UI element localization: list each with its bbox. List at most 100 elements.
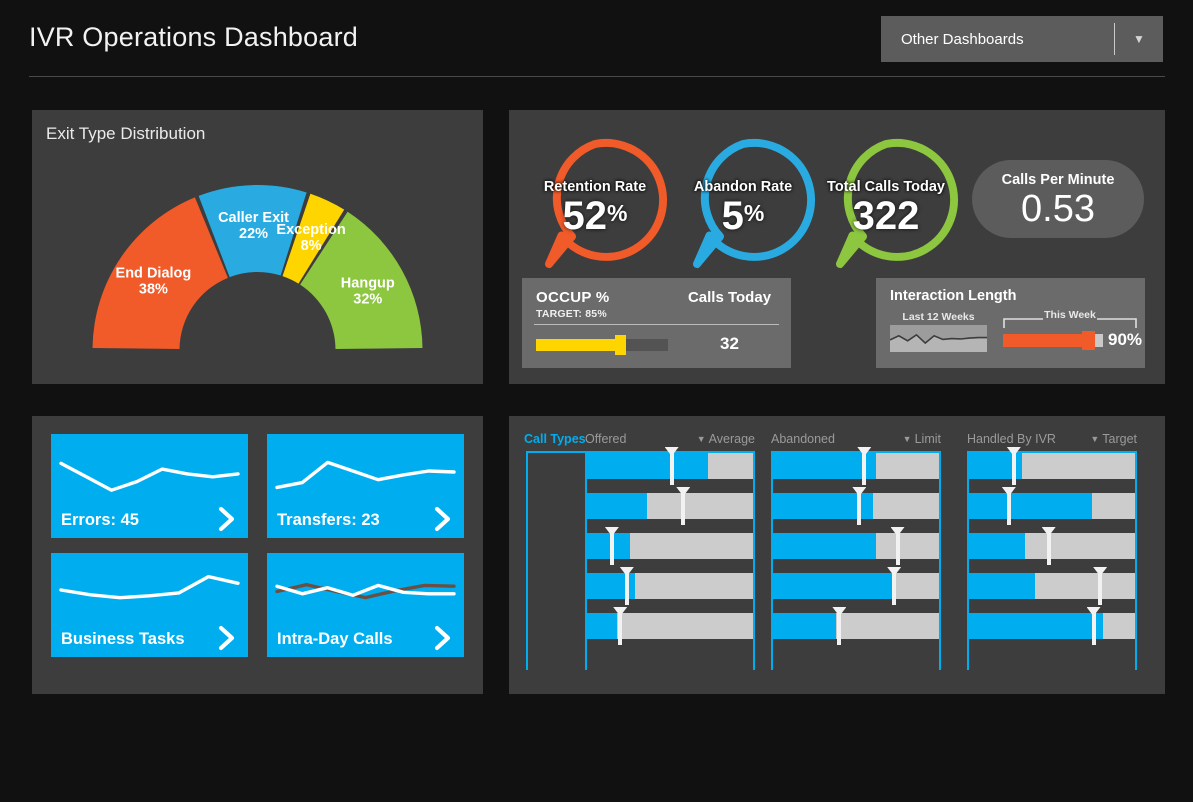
kpi-total-calls-today[interactable]: Total Calls Today 322 bbox=[812, 132, 960, 272]
page-header: IVR Operations Dashboard Other Dashboard… bbox=[0, 0, 1193, 78]
bullet-marker bbox=[895, 527, 900, 565]
bullet-marker bbox=[892, 567, 897, 605]
donut-slice-value: 8% bbox=[301, 238, 322, 254]
mini-card-intra-day-calls[interactable]: Intra-Day Calls bbox=[267, 553, 464, 657]
bullet-marker bbox=[618, 607, 623, 645]
donut-slice-value: 32% bbox=[353, 291, 382, 307]
bullet-fill bbox=[587, 533, 631, 559]
sparkline-svg bbox=[889, 325, 987, 352]
bullet-row[interactable] bbox=[587, 447, 753, 485]
kpi-retention-rate[interactable]: Retention Rate 52% bbox=[521, 132, 669, 272]
bullet-row[interactable] bbox=[969, 567, 1135, 605]
bullet-fill bbox=[773, 613, 837, 639]
page-title: IVR Operations Dashboard bbox=[29, 22, 358, 52]
exit-type-donut-chart: End Dialog 38% Caller Exit 22% Exception 8% Ha… bbox=[32, 140, 483, 384]
call-types-column-handled-by-ivr: Handled By IVR ▼ Target bbox=[967, 432, 1137, 672]
bullet-marker bbox=[1006, 487, 1011, 525]
kpi-abandon-rate[interactable]: Abandon Rate 5% bbox=[669, 132, 817, 272]
bullet-row[interactable] bbox=[587, 607, 753, 645]
dashboard-page: IVR Operations Dashboard Other Dashboard… bbox=[0, 0, 1193, 802]
chevron-right-icon[interactable] bbox=[218, 506, 236, 532]
kpi-value: 52% bbox=[562, 194, 628, 238]
exit-type-distribution-panel: Exit Type Distribution End Dialog 38% Call… bbox=[32, 110, 483, 384]
chevron-right-icon[interactable] bbox=[218, 625, 236, 651]
kpi-value: 0.53 bbox=[1021, 188, 1095, 230]
bullet-row[interactable] bbox=[969, 487, 1135, 525]
bullet-marker bbox=[1046, 527, 1051, 565]
column-comparison[interactable]: ▼ Average bbox=[697, 432, 755, 446]
kpi-value: 5% bbox=[721, 194, 765, 238]
bullet-row[interactable] bbox=[587, 567, 753, 605]
interaction-length-panel: Interaction Length Last 12 Weeks This We… bbox=[876, 278, 1145, 368]
bullet-fill bbox=[773, 573, 896, 599]
last-12-weeks-sparkline bbox=[889, 325, 987, 352]
bullet-row[interactable] bbox=[969, 527, 1135, 565]
column-header: Handled By IVR ▼ Target bbox=[967, 432, 1137, 451]
bullet-row[interactable] bbox=[773, 487, 939, 525]
bullet-fill bbox=[587, 613, 617, 639]
column-rows bbox=[773, 447, 939, 666]
bullet-fill bbox=[587, 453, 709, 479]
bullet-fill bbox=[969, 493, 1092, 519]
kpi-calls-per-minute[interactable]: Calls Per Minute 0.53 bbox=[972, 160, 1144, 238]
calls-today-header: Calls Today bbox=[687, 289, 772, 306]
bullet-marker bbox=[1098, 567, 1103, 605]
column-rows bbox=[969, 447, 1135, 666]
kpi-label: Abandon Rate bbox=[693, 179, 793, 195]
occupancy-target: TARGET: 85% bbox=[536, 308, 607, 320]
bullet-row[interactable] bbox=[969, 607, 1135, 645]
this-week-bar-fill bbox=[1003, 334, 1088, 347]
bullet-marker bbox=[1091, 607, 1096, 645]
mini-card-label: Transfers: 23 bbox=[277, 511, 380, 529]
mini-card-label: Business Tasks bbox=[61, 630, 185, 648]
mini-cards-grid: Errors: 45 Transfers: 23 Business Tasks … bbox=[51, 434, 464, 676]
donut-slice-value: 38% bbox=[139, 281, 168, 297]
occupancy-divider bbox=[534, 324, 779, 325]
bullet-row[interactable] bbox=[773, 527, 939, 565]
bullet-fill bbox=[969, 573, 1036, 599]
column-comparison[interactable]: ▼ Limit bbox=[903, 432, 941, 446]
call-types-label: Call Types bbox=[524, 432, 586, 446]
occupancy-title: OCCUP % bbox=[536, 289, 610, 306]
bullet-row[interactable] bbox=[773, 607, 939, 645]
other-dashboards-dropdown[interactable]: Other Dashboards ▼ bbox=[881, 16, 1163, 62]
donut-slice-label: Hangup bbox=[341, 275, 395, 291]
bullet-row[interactable] bbox=[587, 527, 753, 565]
bullet-marker bbox=[624, 567, 629, 605]
chevron-right-icon[interactable] bbox=[434, 506, 452, 532]
mini-card-errors[interactable]: Errors: 45 bbox=[51, 434, 248, 538]
bullet-marker bbox=[1011, 447, 1016, 485]
bullet-row[interactable] bbox=[587, 487, 753, 525]
last-12-weeks-label: Last 12 Weeks bbox=[902, 311, 975, 323]
donut-slice-value: 22% bbox=[239, 226, 268, 242]
chevron-down-icon[interactable]: ▼ bbox=[1115, 16, 1163, 62]
donut-svg: End Dialog38%Caller Exit22% Exception8%Ha… bbox=[92, 185, 423, 350]
column-title: Abandoned bbox=[771, 432, 835, 446]
kpi-value: 322 bbox=[852, 194, 920, 238]
column-title: Offered bbox=[585, 432, 627, 446]
kpi-bubble-row: Retention Rate 52% Abandon Rate 5% Total… bbox=[509, 124, 1165, 272]
this-week-percent: 90% bbox=[1108, 330, 1143, 349]
bullet-marker bbox=[681, 487, 686, 525]
dropdown-selected-value: Other Dashboards bbox=[901, 30, 1024, 48]
column-comparison[interactable]: ▼ Target bbox=[1090, 432, 1137, 446]
call-types-sidebar: Call Types bbox=[524, 432, 590, 672]
call-types-panel: Call Types Offered ▼ Average Abandoned ▼ L… bbox=[509, 416, 1165, 694]
bullet-fill bbox=[773, 533, 876, 559]
bullet-marker bbox=[862, 447, 867, 485]
bullet-row[interactable] bbox=[773, 447, 939, 485]
bullet-row[interactable] bbox=[969, 447, 1135, 485]
call-types-matrix: Call Types Offered ▼ Average Abandoned ▼ L… bbox=[509, 416, 1165, 694]
call-types-sidebar-box bbox=[526, 451, 590, 670]
mini-cards-panel: Errors: 45 Transfers: 23 Business Tasks … bbox=[32, 416, 483, 694]
call-types-column-abandoned: Abandoned ▼ Limit bbox=[771, 432, 941, 672]
bullet-fill bbox=[773, 453, 876, 479]
occupancy-bar-fill bbox=[536, 339, 618, 351]
occupancy-bar-track bbox=[536, 335, 668, 355]
chevron-right-icon[interactable] bbox=[434, 625, 452, 651]
mini-card-transfers[interactable]: Transfers: 23 bbox=[267, 434, 464, 538]
bullet-row[interactable] bbox=[773, 567, 939, 605]
mini-card-business-tasks[interactable]: Business Tasks bbox=[51, 553, 248, 657]
this-week-bar-track bbox=[1003, 331, 1103, 350]
donut-slice-label: End Dialog bbox=[116, 265, 192, 281]
